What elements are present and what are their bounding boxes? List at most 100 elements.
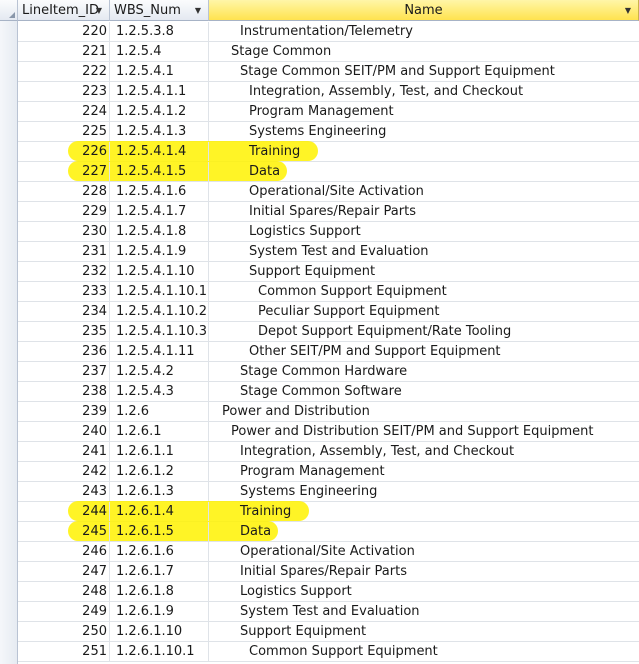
table-row[interactable]: 236 1.2.5.4.1.11 Other SEIT/PM and Support… bbox=[18, 342, 639, 362]
cell-lineitem-id[interactable]: 251 bbox=[18, 642, 110, 661]
table-row[interactable]: 251 1.2.6.1.10.1 Common Support Equipment bbox=[18, 642, 639, 662]
table-row[interactable]: 246 1.2.6.1.6 Operational/Site Activation bbox=[18, 542, 639, 562]
cell-name[interactable]: Integration, Assembly, Test, and Checkou… bbox=[209, 442, 639, 461]
cell-name[interactable]: System Test and Evaluation bbox=[209, 242, 639, 261]
table-row[interactable]: 245 1.2.6.1.5 Data bbox=[18, 521, 639, 542]
cell-name[interactable]: Data bbox=[209, 522, 639, 541]
cell-name[interactable]: Support Equipment bbox=[209, 262, 639, 281]
cell-name[interactable]: Training bbox=[209, 142, 639, 161]
table-row[interactable]: 234 1.2.5.4.1.10.2 Peculiar Support Equipm… bbox=[18, 302, 639, 322]
cell-wbs-num[interactable]: 1.2.6.1.10.1 bbox=[110, 642, 209, 661]
table-row[interactable]: 231 1.2.5.4.1.9 System Test and Evaluation bbox=[18, 242, 639, 262]
cell-wbs-num[interactable]: 1.2.6.1.8 bbox=[110, 582, 209, 601]
cell-name[interactable]: Logistics Support bbox=[209, 222, 639, 241]
filter-dropdown-icon[interactable]: ▼ bbox=[93, 0, 105, 20]
cell-name[interactable]: Initial Spares/Repair Parts bbox=[209, 562, 639, 581]
filter-dropdown-icon[interactable]: ▼ bbox=[622, 0, 634, 20]
cell-wbs-num[interactable]: 1.2.5.4.1 bbox=[110, 62, 209, 81]
cell-wbs-num[interactable]: 1.2.5.4.3 bbox=[110, 382, 209, 401]
table-row[interactable]: 241 1.2.6.1.1 Integration, Assembly, Test,… bbox=[18, 442, 639, 462]
cell-lineitem-id[interactable]: 221 bbox=[18, 42, 110, 61]
cell-lineitem-id[interactable]: 236 bbox=[18, 342, 110, 361]
cell-wbs-num[interactable]: 1.2.5.3.8 bbox=[110, 22, 209, 41]
cell-lineitem-id[interactable]: 229 bbox=[18, 202, 110, 221]
cell-lineitem-id[interactable]: 248 bbox=[18, 582, 110, 601]
cell-wbs-num[interactable]: 1.2.6.1.6 bbox=[110, 542, 209, 561]
cell-name[interactable]: Depot Support Equipment/Rate Tooling bbox=[209, 322, 639, 341]
cell-lineitem-id[interactable]: 237 bbox=[18, 362, 110, 381]
cell-lineitem-id[interactable]: 230 bbox=[18, 222, 110, 241]
cell-lineitem-id[interactable]: 241 bbox=[18, 442, 110, 461]
cell-lineitem-id[interactable]: 231 bbox=[18, 242, 110, 261]
cell-lineitem-id[interactable]: 224 bbox=[18, 102, 110, 121]
cell-wbs-num[interactable]: 1.2.5.4.1.9 bbox=[110, 242, 209, 261]
table-row[interactable]: 226 1.2.5.4.1.4 Training bbox=[18, 141, 639, 162]
cell-lineitem-id[interactable]: 244 bbox=[18, 502, 110, 521]
cell-lineitem-id[interactable]: 239 bbox=[18, 402, 110, 421]
cell-name[interactable]: Support Equipment bbox=[209, 622, 639, 641]
cell-name[interactable]: Common Support Equipment bbox=[209, 282, 639, 301]
table-row[interactable]: 238 1.2.5.4.3 Stage Common Software bbox=[18, 382, 639, 402]
column-header-name[interactable]: Name ▼ bbox=[209, 0, 639, 21]
table-row[interactable]: 228 1.2.5.4.1.6 Operational/Site Activatio… bbox=[18, 182, 639, 202]
cell-wbs-num[interactable]: 1.2.6.1.7 bbox=[110, 562, 209, 581]
cell-wbs-num[interactable]: 1.2.5.4.1.8 bbox=[110, 222, 209, 241]
cell-wbs-num[interactable]: 1.2.5.4.1.11 bbox=[110, 342, 209, 361]
cell-wbs-num[interactable]: 1.2.6.1.5 bbox=[110, 522, 209, 541]
cell-lineitem-id[interactable]: 247 bbox=[18, 562, 110, 581]
column-header-lineitem-id[interactable]: LineItem_ID ▼ bbox=[18, 0, 110, 21]
table-row[interactable]: 224 1.2.5.4.1.2 Program Management bbox=[18, 102, 639, 122]
table-row[interactable]: 250 1.2.6.1.10 Support Equipment bbox=[18, 622, 639, 642]
cell-name[interactable]: Power and Distribution SEIT/PM and Suppo… bbox=[209, 422, 639, 441]
cell-wbs-num[interactable]: 1.2.5.4.1.2 bbox=[110, 102, 209, 121]
table-row[interactable]: 240 1.2.6.1 Power and Distribution SEIT/PM… bbox=[18, 422, 639, 442]
cell-wbs-num[interactable]: 1.2.5.4.1.4 bbox=[110, 142, 209, 161]
table-row[interactable]: 221 1.2.5.4 Stage Common bbox=[18, 42, 639, 62]
cell-name[interactable]: Stage Common Software bbox=[209, 382, 639, 401]
cell-wbs-num[interactable]: 1.2.5.4.1.10.1 bbox=[110, 282, 209, 301]
cell-wbs-num[interactable]: 1.2.6.1.1 bbox=[110, 442, 209, 461]
cell-lineitem-id[interactable]: 246 bbox=[18, 542, 110, 561]
table-row[interactable]: 232 1.2.5.4.1.10 Support Equipment bbox=[18, 262, 639, 282]
cell-name[interactable]: Power and Distribution bbox=[209, 402, 639, 421]
cell-name[interactable]: Program Management bbox=[209, 462, 639, 481]
cell-name[interactable]: Training bbox=[209, 502, 639, 521]
cell-name[interactable]: Stage Common bbox=[209, 42, 639, 61]
cell-wbs-num[interactable]: 1.2.5.4.1.10.3 bbox=[110, 322, 209, 341]
cell-wbs-num[interactable]: 1.2.5.4.2 bbox=[110, 362, 209, 381]
table-row[interactable]: 225 1.2.5.4.1.3 Systems Engineering bbox=[18, 122, 639, 142]
cell-name[interactable]: Initial Spares/Repair Parts bbox=[209, 202, 639, 221]
cell-name[interactable]: Operational/Site Activation bbox=[209, 542, 639, 561]
cell-lineitem-id[interactable]: 232 bbox=[18, 262, 110, 281]
table-row[interactable]: 227 1.2.5.4.1.5 Data bbox=[18, 161, 639, 182]
cell-lineitem-id[interactable]: 235 bbox=[18, 322, 110, 341]
column-header-wbs-num[interactable]: WBS_Num ▼ bbox=[110, 0, 209, 21]
table-row[interactable]: 244 1.2.6.1.4 Training bbox=[18, 501, 639, 522]
cell-name[interactable]: Instrumentation/Telemetry bbox=[209, 22, 639, 41]
table-row[interactable]: 242 1.2.6.1.2 Program Management bbox=[18, 462, 639, 482]
cell-name[interactable]: Systems Engineering bbox=[209, 122, 639, 141]
record-selector-column[interactable] bbox=[0, 0, 18, 664]
cell-lineitem-id[interactable]: 223 bbox=[18, 82, 110, 101]
cell-name[interactable]: Common Support Equipment bbox=[209, 642, 639, 661]
cell-wbs-num[interactable]: 1.2.6.1.10 bbox=[110, 622, 209, 641]
cell-wbs-num[interactable]: 1.2.6.1.2 bbox=[110, 462, 209, 481]
cell-name[interactable]: Other SEIT/PM and Support Equipment bbox=[209, 342, 639, 361]
table-row[interactable]: 222 1.2.5.4.1 Stage Common SEIT/PM and Sup… bbox=[18, 62, 639, 82]
cell-wbs-num[interactable]: 1.2.5.4.1.7 bbox=[110, 202, 209, 221]
cell-lineitem-id[interactable]: 250 bbox=[18, 622, 110, 641]
cell-wbs-num[interactable]: 1.2.6.1.4 bbox=[110, 502, 209, 521]
cell-lineitem-id[interactable]: 245 bbox=[18, 522, 110, 541]
cell-name[interactable]: Stage Common SEIT/PM and Support Equipme… bbox=[209, 62, 639, 81]
cell-lineitem-id[interactable]: 225 bbox=[18, 122, 110, 141]
table-row[interactable]: 237 1.2.5.4.2 Stage Common Hardware bbox=[18, 362, 639, 382]
table-row[interactable]: 223 1.2.5.4.1.1 Integration, Assembly, Tes… bbox=[18, 82, 639, 102]
table-row[interactable]: 248 1.2.6.1.8 Logistics Support bbox=[18, 582, 639, 602]
table-row[interactable]: 229 1.2.5.4.1.7 Initial Spares/Repair Part… bbox=[18, 202, 639, 222]
cell-wbs-num[interactable]: 1.2.5.4.1.10 bbox=[110, 262, 209, 281]
cell-lineitem-id[interactable]: 227 bbox=[18, 162, 110, 181]
table-row[interactable]: 235 1.2.5.4.1.10.3 Depot Support Equipment… bbox=[18, 322, 639, 342]
cell-lineitem-id[interactable]: 233 bbox=[18, 282, 110, 301]
cell-lineitem-id[interactable]: 249 bbox=[18, 602, 110, 621]
cell-name[interactable]: Integration, Assembly, Test, and Checkou… bbox=[209, 82, 639, 101]
